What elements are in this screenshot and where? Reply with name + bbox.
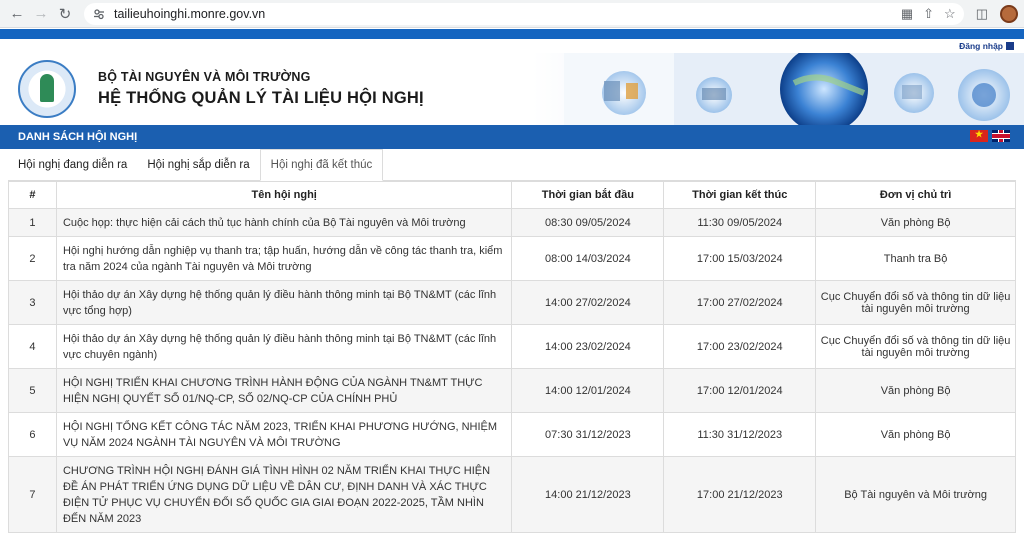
vietnamese-flag-icon[interactable] <box>970 129 988 142</box>
conference-table: # Tên hội nghị Thời gian bắt đầu Thời gi… <box>8 181 1016 533</box>
col-start: Thời gian bắt đầu <box>511 181 665 209</box>
table-row[interactable]: 4 Hội thảo dự án Xây dựng hệ thống quản … <box>8 324 1016 369</box>
col-end: Thời gian kết thúc <box>663 181 817 209</box>
table-row[interactable]: 6 HỘI NGHỊ TỔNG KẾT CÔNG TÁC NĂM 2023, T… <box>8 412 1016 457</box>
col-name: Tên hội nghị <box>55 181 513 209</box>
end-time: 17:00 23/02/2024 <box>663 324 817 369</box>
english-flag-icon[interactable] <box>992 130 1010 142</box>
conference-name[interactable]: Hội nghị hướng dẫn nghiệp vụ thanh tra; … <box>55 236 513 281</box>
row-index: 3 <box>8 280 57 325</box>
section-title: DANH SÁCH HỘI NGHỊ <box>18 131 138 143</box>
row-index: 7 <box>8 456 57 533</box>
end-time: 11:30 31/12/2023 <box>663 412 817 457</box>
end-time: 17:00 15/03/2024 <box>663 236 817 281</box>
conference-name[interactable]: CHƯƠNG TRÌNH HỘI NGHỊ ĐÁNH GIÁ TÌNH HÌNH… <box>55 456 513 533</box>
conference-name[interactable]: Hội thảo dự án Xây dựng hệ thống quản lý… <box>55 324 513 369</box>
side-panel-icon[interactable]: ◫ <box>976 6 988 22</box>
ministry-logo <box>18 60 76 118</box>
start-time: 14:00 21/12/2023 <box>511 456 665 533</box>
col-unit: Đơn vị chủ trì <box>815 181 1016 209</box>
tab-upcoming[interactable]: Hội nghị sắp diễn ra <box>137 149 259 180</box>
site-banner: BỘ TÀI NGUYÊN VÀ MÔI TRƯỜNG HỆ THỐNG QUẢ… <box>0 53 1024 125</box>
top-blue-bar <box>0 29 1024 39</box>
table-row[interactable]: 1 Cuộc họp: thực hiện cải cách thủ tục h… <box>8 208 1016 237</box>
row-index: 5 <box>8 368 57 413</box>
end-time: 17:00 27/02/2024 <box>663 280 817 325</box>
conference-name[interactable]: Hội thảo dự án Xây dựng hệ thống quản lý… <box>55 280 513 325</box>
login-icon[interactable] <box>1006 42 1014 50</box>
login-link[interactable]: Đăng nhập <box>0 39 1024 53</box>
profile-avatar[interactable] <box>1000 4 1018 23</box>
section-header: DANH SÁCH HỘI NGHỊ <box>0 125 1024 149</box>
page-content: Đăng nhập BỘ TÀI NGUYÊN VÀ MÔI TRƯỜNG HỆ… <box>0 29 1024 533</box>
conference-name[interactable]: Cuộc họp: thực hiện cải cách thủ tục hàn… <box>55 208 513 237</box>
end-time: 17:00 12/01/2024 <box>663 368 817 413</box>
row-index: 4 <box>8 324 57 369</box>
col-index: # <box>8 181 57 209</box>
table-header-row: # Tên hội nghị Thời gian bắt đầu Thời gi… <box>8 181 1016 209</box>
tab-finished[interactable]: Hội nghị đã kết thúc <box>259 149 384 181</box>
row-index: 1 <box>8 208 57 237</box>
end-time: 11:30 09/05/2024 <box>663 208 817 237</box>
start-time: 14:00 23/02/2024 <box>511 324 665 369</box>
table-row[interactable]: 3 Hội thảo dự án Xây dựng hệ thống quản … <box>8 280 1016 325</box>
host-unit: Cục Chuyển đổi số và thông tin dữ liệu t… <box>815 324 1016 369</box>
table-row[interactable]: 7 CHƯƠNG TRÌNH HỘI NGHỊ ĐÁNH GIÁ TÌNH HÌ… <box>8 456 1016 533</box>
host-unit: Cục Chuyển đổi số và thông tin dữ liệu t… <box>815 280 1016 325</box>
forward-icon[interactable]: → <box>30 3 52 25</box>
tab-ongoing[interactable]: Hội nghị đang diễn ra <box>8 149 137 180</box>
row-index: 6 <box>8 412 57 457</box>
back-icon[interactable]: ← <box>6 3 28 25</box>
browser-toolbar: ← → ↻ tailieuhoinghi.monre.gov.vn ▦ ⇧ ☆ … <box>0 0 1024 28</box>
start-time: 14:00 12/01/2024 <box>511 368 665 413</box>
translate-icon[interactable]: ▦ <box>901 6 913 22</box>
conference-tabs: Hội nghị đang diễn ra Hội nghị sắp diễn … <box>8 149 1016 181</box>
ministry-name: BỘ TÀI NGUYÊN VÀ MÔI TRƯỜNG <box>98 70 311 84</box>
address-bar[interactable]: tailieuhoinghi.monre.gov.vn ▦ ⇧ ☆ <box>84 2 964 25</box>
site-info-icon[interactable] <box>92 7 106 21</box>
share-icon[interactable]: ⇧ <box>923 6 934 22</box>
host-unit: Bộ Tài nguyên và Môi trường <box>815 456 1016 533</box>
start-time: 14:00 27/02/2024 <box>511 280 665 325</box>
host-unit: Văn phòng Bộ <box>815 368 1016 413</box>
conference-name[interactable]: HỘI NGHỊ TRIỂN KHAI CHƯƠNG TRÌNH HÀNH ĐỘ… <box>55 368 513 413</box>
row-index: 2 <box>8 236 57 281</box>
table-row[interactable]: 5 HỘI NGHỊ TRIỂN KHAI CHƯƠNG TRÌNH HÀNH … <box>8 368 1016 413</box>
banner-globe-image <box>564 53 1024 125</box>
reload-icon[interactable]: ↻ <box>54 3 76 25</box>
start-time: 08:00 14/03/2024 <box>511 236 665 281</box>
host-unit: Văn phòng Bộ <box>815 208 1016 237</box>
start-time: 08:30 09/05/2024 <box>511 208 665 237</box>
host-unit: Văn phòng Bộ <box>815 412 1016 457</box>
start-time: 07:30 31/12/2023 <box>511 412 665 457</box>
login-label[interactable]: Đăng nhập <box>959 41 1003 51</box>
bookmark-star-icon[interactable]: ☆ <box>944 6 956 22</box>
conference-name[interactable]: HỘI NGHỊ TỔNG KẾT CÔNG TÁC NĂM 2023, TRI… <box>55 412 513 457</box>
host-unit: Thanh tra Bộ <box>815 236 1016 281</box>
table-row[interactable]: 2 Hội nghị hướng dẫn nghiệp vụ thanh tra… <box>8 236 1016 281</box>
end-time: 17:00 21/12/2023 <box>663 456 817 533</box>
url-text: tailieuhoinghi.monre.gov.vn <box>114 6 266 21</box>
system-title: HỆ THỐNG QUẢN LÝ TÀI LIỆU HỘI NGHỊ <box>98 89 424 107</box>
